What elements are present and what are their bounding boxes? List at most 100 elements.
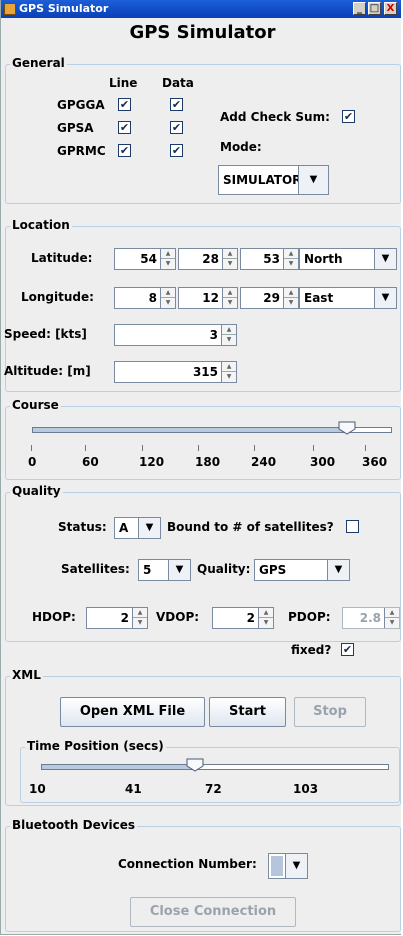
spinner-down-icon[interactable]: ▼ [133,618,147,628]
spinner-up-icon[interactable]: ▲ [259,608,273,618]
hdop-spinner[interactable]: 2 ▲ ▼ [86,607,148,629]
spinner-down-icon[interactable]: ▼ [223,259,237,269]
slider-tick [142,445,143,451]
quality-legend: Quality [10,484,63,498]
latitude-label: Latitude: [31,251,93,265]
slider-tick [31,445,32,451]
spinner-down-icon[interactable]: ▼ [223,298,237,308]
spinner-down-icon[interactable]: ▼ [222,335,236,345]
connection-number-select[interactable]: ▼ [268,853,308,879]
spinner-down-icon[interactable]: ▼ [161,259,175,269]
maximize-button[interactable]: □ [368,2,381,15]
course-slider[interactable]: 0 60 120 180 240 300 360 [6,407,402,481]
slider-tick-label: 41 [125,782,142,796]
gprmc-line-checkbox[interactable]: ✔ [118,144,131,157]
longitude-seconds-spinner[interactable]: 29 ▲ ▼ [240,287,299,309]
longitude-hemisphere-value: East [304,291,334,305]
window-title: GPS Simulator [19,2,109,15]
vdop-spinner[interactable]: 2 ▲ ▼ [212,607,274,629]
time-position-slider[interactable]: 10 41 72 103 [21,748,399,802]
location-panel: Location Latitude: 54 ▲ ▼ 28 ▲ ▼ 53 ▲ ▼ Nor… [4,218,401,392]
spinner-down-icon[interactable]: ▼ [161,298,175,308]
spinner-down-icon[interactable]: ▼ [284,259,298,269]
slider-tick-label: 0 [28,455,37,469]
spinner-up-icon[interactable]: ▲ [161,249,175,259]
latitude-hemisphere-value: North [304,252,343,266]
slider-tick [254,445,255,451]
mode-select[interactable]: SIMULATOR ▼ [218,165,329,195]
bound-to-satellites-label: Bound to # of satellites? [167,520,334,534]
status-select[interactable]: A ▼ [114,517,161,539]
spinner-up-icon[interactable]: ▲ [222,325,236,335]
pdop-fixed-checkbox[interactable]: ✔ [341,643,354,656]
vdop-label: VDOP: [156,610,200,624]
app-icon [4,3,16,15]
gpgga-data-checkbox[interactable]: ✔ [170,98,183,111]
spinner-up-icon[interactable]: ▲ [284,249,298,259]
longitude-minutes-spinner[interactable]: 12 ▲ ▼ [178,287,238,309]
slider-tick [365,445,366,451]
gpgsa-line-checkbox[interactable]: ✔ [118,121,131,134]
close-button[interactable]: X [384,2,397,15]
spinner-down-icon[interactable]: ▼ [259,618,273,628]
quality-select[interactable]: GPS ▼ [254,559,350,581]
add-checksum-checkbox[interactable]: ✔ [342,110,355,123]
latitude-degrees-value: 54 [140,252,157,266]
slider-track[interactable] [41,764,389,770]
speed-label: Speed: [kts] [4,327,87,341]
gpgga-line-checkbox[interactable]: ✔ [118,98,131,111]
longitude-degrees-spinner[interactable]: 8 ▲ ▼ [114,287,176,309]
satellites-select-value: 5 [143,563,152,577]
start-button[interactable]: Start [209,697,286,727]
bluetooth-panel: Bluetooth Devices Connection Number: ▼ C… [5,818,401,932]
spinner-up-icon[interactable]: ▲ [222,362,236,372]
vdop-value: 2 [246,611,255,625]
add-checksum-label: Add Check Sum: [220,110,330,124]
latitude-seconds-spinner[interactable]: 53 ▲ ▼ [240,248,299,270]
spinner-down-icon[interactable]: ▼ [284,298,298,308]
stop-button: Stop [294,697,366,727]
slider-tick-label: 10 [29,782,46,796]
spinner-up-icon[interactable]: ▲ [161,288,175,298]
quality-panel: Quality Status: A ▼ Bound to # of satell… [5,484,401,642]
status-label: Status: [58,520,107,534]
gprmc-data-checkbox[interactable]: ✔ [170,144,183,157]
latitude-hemisphere-select[interactable]: North ▼ [299,248,397,270]
satellites-select[interactable]: 5 ▼ [138,559,191,581]
gpgsa-data-checkbox[interactable]: ✔ [170,121,183,134]
latitude-degrees-spinner[interactable]: 54 ▲ ▼ [114,248,176,270]
spinner-up-icon[interactable]: ▲ [284,288,298,298]
xml-legend: XML [10,668,43,682]
pdop-label: PDOP: [288,610,331,624]
spinner-up-icon[interactable]: ▲ [133,608,147,618]
slider-thumb[interactable] [186,758,204,772]
bound-to-satellites-checkbox[interactable] [346,520,359,533]
slider-tick-label: 72 [205,782,222,796]
latitude-minutes-value: 28 [202,252,219,266]
slider-tick-label: 300 [310,455,336,469]
gpgsa-label: GPSA [57,121,94,135]
chevron-down-icon: ▼ [374,249,396,269]
slider-tick-label: 103 [293,782,319,796]
longitude-hemisphere-select[interactable]: East ▼ [299,287,397,309]
speed-spinner[interactable]: 3 ▲ ▼ [114,324,237,346]
altitude-label: Altitude: [m] [4,364,91,378]
slider-tick-label: 240 [251,455,277,469]
spinner-up-icon[interactable]: ▲ [223,249,237,259]
slider-thumb[interactable] [338,421,356,435]
altitude-spinner[interactable]: 315 ▲ ▼ [114,361,237,383]
longitude-seconds-value: 29 [263,291,280,305]
xml-panel: XML Open XML File Start Stop Time Positi… [5,668,401,806]
open-xml-file-button[interactable]: Open XML File [60,697,205,727]
title-bar[interactable]: GPS Simulator _ □ X [1,0,401,18]
minimize-button[interactable]: _ [353,2,366,15]
spinner-down-icon: ▼ [389,619,395,626]
pdop-value: 2.8 [359,611,381,625]
spinner-up-icon[interactable]: ▲ [223,288,237,298]
satellites-label: Satellites: [61,562,130,576]
latitude-minutes-spinner[interactable]: 28 ▲ ▼ [178,248,238,270]
line-column-header: Line [109,76,138,90]
spinner-up-icon: ▲ [385,608,399,618]
spinner-down-icon[interactable]: ▼ [222,372,236,382]
app-title: GPS Simulator [129,22,276,43]
